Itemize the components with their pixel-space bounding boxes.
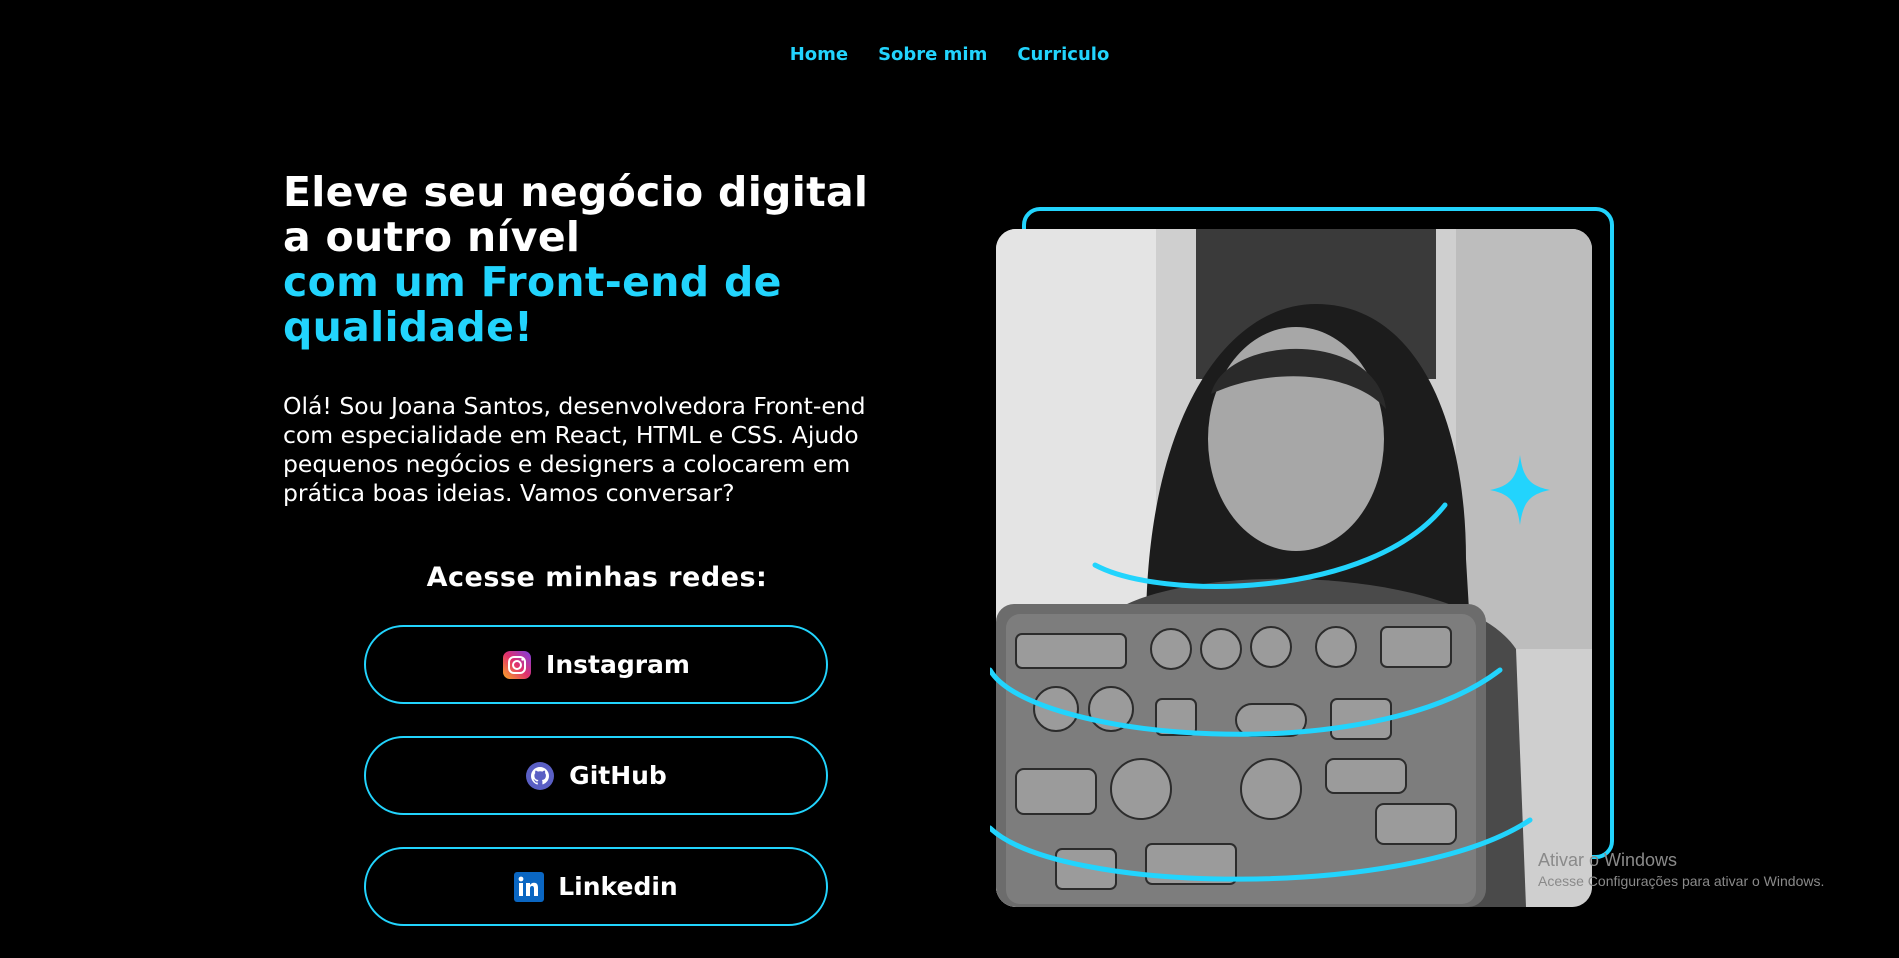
windows-activation-watermark: Ativar o Windows Acesse Configurações pa…	[1538, 850, 1824, 889]
socials-title: Acesse minhas redes:	[426, 562, 768, 593]
nav-link-home[interactable]: Home	[790, 44, 848, 65]
nav-link-sobre-mim[interactable]: Sobre mim	[878, 44, 987, 65]
linkedin-icon	[514, 871, 545, 902]
instagram-button[interactable]: Instagram	[364, 625, 828, 704]
watermark-subtitle: Acesse Configurações para ativar o Windo…	[1538, 873, 1825, 889]
hero-headline: Eleve seu negócio digital a outro nível …	[283, 170, 903, 350]
linkedin-label: Linkedin	[558, 872, 678, 901]
top-nav: Home Sobre mim Curriculo	[0, 44, 1899, 65]
headline-line-1: Eleve seu negócio digital	[283, 168, 869, 216]
github-icon	[525, 761, 555, 791]
instagram-label: Instagram	[546, 650, 690, 679]
github-label: GitHub	[569, 761, 667, 790]
social-links: Instagram GitHub Linkedin	[364, 625, 828, 958]
linkedin-button[interactable]: Linkedin	[364, 847, 828, 926]
nav-link-curriculo[interactable]: Curriculo	[1017, 44, 1109, 65]
headline-accent-line-1: com um Front-end de	[283, 258, 782, 306]
headline-line-2: a outro nível	[283, 213, 581, 261]
headline-accent-line-2: qualidade!	[283, 303, 534, 351]
hero-text: Eleve seu negócio digital a outro nível …	[283, 170, 903, 532]
profile-photo	[996, 229, 1592, 907]
instagram-icon	[502, 650, 532, 680]
github-button[interactable]: GitHub	[364, 736, 828, 815]
hero-intro: Olá! Sou Joana Santos, desenvolvedora Fr…	[283, 392, 866, 507]
watermark-title: Ativar o Windows	[1538, 850, 1678, 870]
